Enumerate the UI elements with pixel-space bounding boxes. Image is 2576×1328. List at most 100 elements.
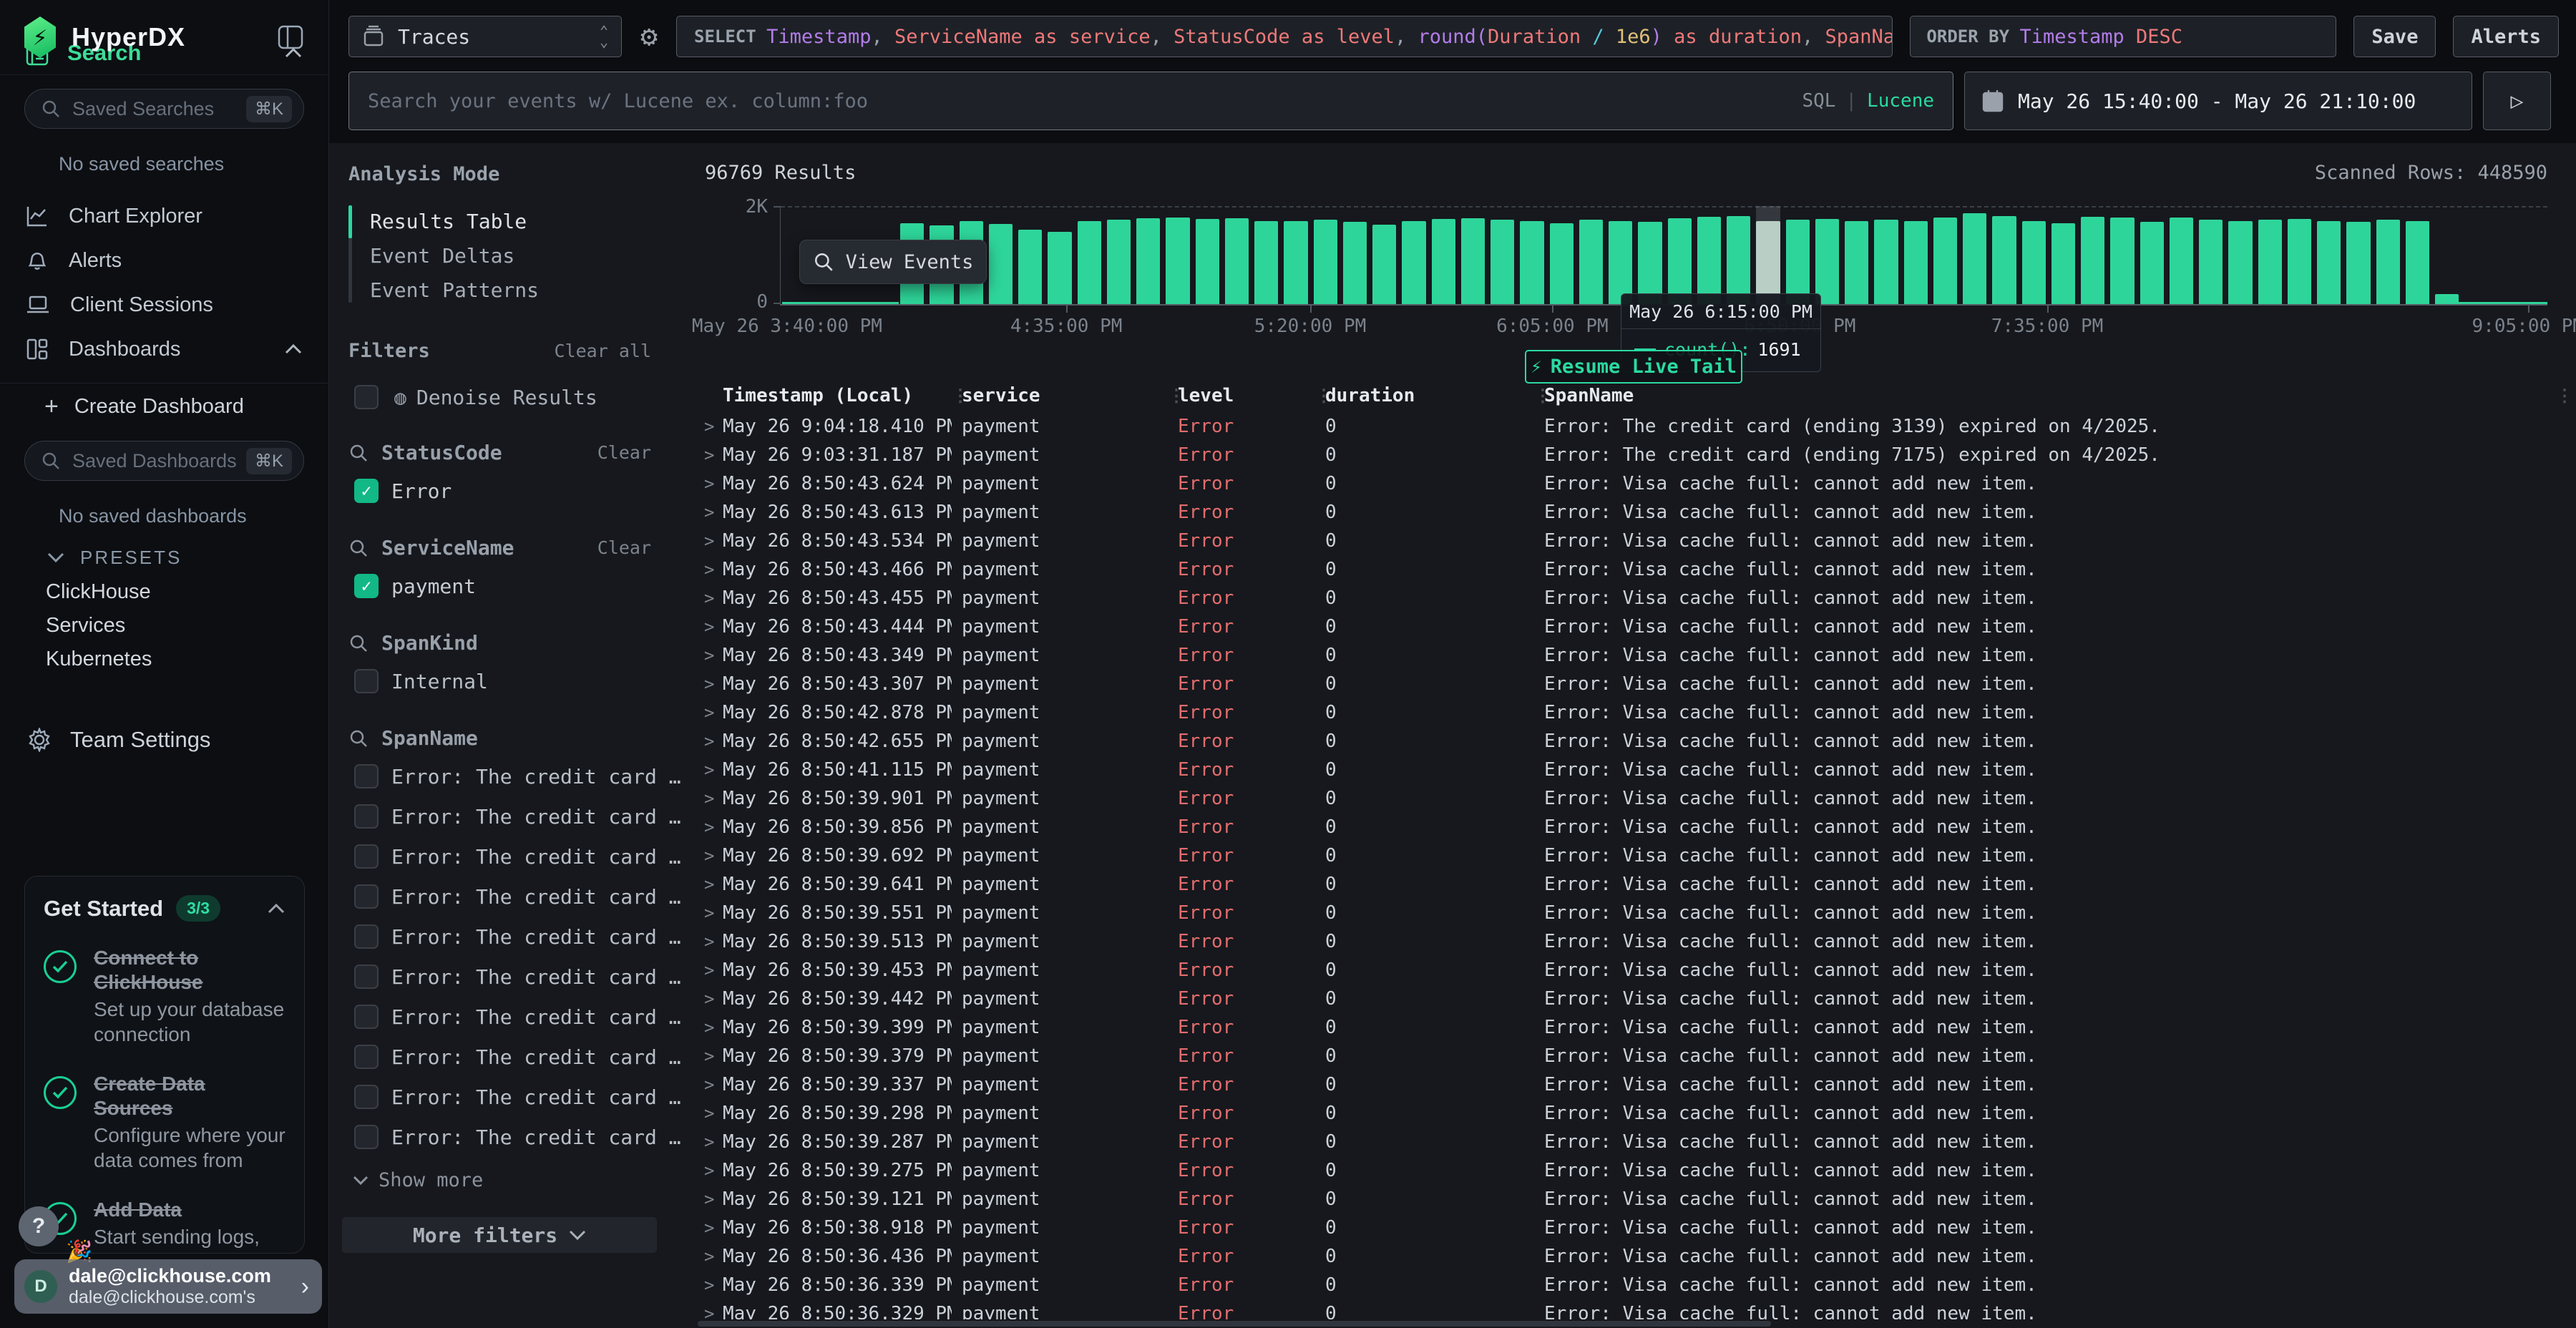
event-search-bar[interactable]: SQL | Lucene: [348, 72, 1953, 130]
table-row[interactable]: >May 26 8:50:43.455 PMpaymentError0Error…: [694, 584, 2566, 612]
histogram-bar[interactable]: [1638, 206, 1662, 304]
expand-row-icon[interactable]: >: [694, 760, 723, 780]
histogram-bar[interactable]: [2258, 206, 2282, 304]
table-row[interactable]: >May 26 8:50:43.534 PMpaymentError0Error…: [694, 527, 2566, 555]
clear-all-button[interactable]: Clear all: [555, 341, 651, 361]
help-button[interactable]: ?: [19, 1206, 59, 1246]
table-row[interactable]: >May 26 8:50:39.513 PMpaymentError0Error…: [694, 927, 2566, 956]
histogram-bar[interactable]: [1933, 206, 1957, 304]
table-row[interactable]: >May 26 9:04:18.410 PMpaymentError0Error…: [694, 412, 2566, 441]
histogram-bar[interactable]: [1284, 206, 1307, 304]
histogram-bar[interactable]: [1992, 206, 2016, 304]
expand-row-icon[interactable]: >: [694, 1046, 723, 1066]
table-row[interactable]: >May 26 8:50:39.275 PMpaymentError0Error…: [694, 1156, 2566, 1185]
histogram-bar[interactable]: [1225, 206, 1249, 304]
create-dashboard-button[interactable]: + Create Dashboard: [0, 386, 328, 426]
column-header-service[interactable]: service: [962, 385, 1168, 406]
expand-row-icon[interactable]: >: [694, 474, 723, 494]
expand-row-icon[interactable]: >: [694, 731, 723, 751]
sidebar-item-alerts[interactable]: Alerts: [0, 238, 328, 283]
histogram-bar[interactable]: [2406, 206, 2429, 304]
facet-option[interactable]: ✓ payment: [348, 572, 673, 600]
facet-option[interactable]: ✓ Error: [348, 477, 673, 504]
search-icon[interactable]: [348, 538, 369, 558]
lucene-mode-toggle[interactable]: Lucene: [1867, 90, 1934, 112]
histogram-bar[interactable]: [1727, 206, 1750, 304]
table-row[interactable]: >May 26 8:50:39.856 PMpaymentError0Error…: [694, 813, 2566, 841]
clear-facet-button[interactable]: Clear: [597, 442, 651, 463]
view-events-button[interactable]: View Events: [799, 240, 987, 284]
expand-row-icon[interactable]: >: [694, 1189, 723, 1209]
search-input[interactable]: [368, 90, 1802, 112]
source-settings-button[interactable]: ⚙: [622, 16, 676, 57]
denoise-results-checkbox-row[interactable]: ◍ Denoise Results: [348, 385, 673, 409]
histogram-bar[interactable]: [1697, 206, 1721, 304]
histogram-bar[interactable]: [1136, 206, 1160, 304]
histogram-bar[interactable]: [2110, 206, 2134, 304]
table-row[interactable]: >May 26 8:50:39.641 PMpaymentError0Error…: [694, 870, 2566, 899]
table-row[interactable]: >May 26 8:50:39.379 PMpaymentError0Error…: [694, 1042, 2566, 1070]
search-icon[interactable]: [348, 728, 369, 748]
table-row[interactable]: >May 26 8:50:36.329 PMpaymentError0Error…: [694, 1299, 2566, 1319]
expand-row-icon[interactable]: >: [694, 1075, 723, 1095]
histogram-bar[interactable]: [2051, 206, 2075, 304]
expand-row-icon[interactable]: >: [694, 703, 723, 723]
table-row[interactable]: >May 26 8:50:39.551 PMpaymentError0Error…: [694, 899, 2566, 927]
saved-searches-input[interactable]: Saved Searches ⌘K: [24, 89, 304, 129]
sidebar-item-client-sessions[interactable]: Client Sessions: [0, 283, 328, 327]
sidebar-item-clickhouse[interactable]: ClickHouse: [0, 575, 328, 608]
table-row[interactable]: >May 26 8:50:43.307 PMpaymentError0Error…: [694, 670, 2566, 698]
facet-option[interactable]: Error: The credit card …: [348, 1043, 673, 1070]
histogram-bar[interactable]: [1963, 206, 1986, 304]
table-row[interactable]: >May 26 8:50:41.115 PMpaymentError0Error…: [694, 756, 2566, 784]
show-more-button[interactable]: Show more: [348, 1169, 673, 1191]
table-row[interactable]: >May 26 8:50:36.436 PMpaymentError0Error…: [694, 1242, 2566, 1271]
histogram-bar[interactable]: [2435, 206, 2459, 304]
table-row[interactable]: >May 26 8:50:42.878 PMpaymentError0Error…: [694, 698, 2566, 727]
table-row[interactable]: >May 26 8:50:43.613 PMpaymentError0Error…: [694, 498, 2566, 527]
column-resize-handle[interactable]: ⋮: [1168, 386, 1178, 406]
table-row[interactable]: >May 26 8:50:39.692 PMpaymentError0Error…: [694, 841, 2566, 870]
histogram-bar[interactable]: [2317, 206, 2341, 304]
histogram-bar[interactable]: [2524, 206, 2547, 304]
expand-row-icon[interactable]: >: [694, 1161, 723, 1181]
facet-option[interactable]: Error: The credit card …: [348, 923, 673, 950]
expand-row-icon[interactable]: >: [694, 617, 723, 637]
histogram-bar[interactable]: [1196, 206, 1219, 304]
facet-option[interactable]: Error: The credit card …: [348, 1123, 673, 1151]
facet-option[interactable]: Error: The credit card …: [348, 883, 673, 910]
table-row[interactable]: >May 26 8:50:43.466 PMpaymentError0Error…: [694, 555, 2566, 584]
expand-row-icon[interactable]: >: [694, 531, 723, 551]
histogram-bar[interactable]: [2022, 206, 2046, 304]
expand-row-icon[interactable]: >: [694, 989, 723, 1009]
histogram-bar[interactable]: [989, 206, 1013, 304]
facet-option[interactable]: Internal: [348, 668, 673, 695]
table-row[interactable]: >May 26 8:50:39.337 PMpaymentError0Error…: [694, 1070, 2566, 1099]
column-resize-handle[interactable]: ⋮: [952, 386, 962, 406]
table-row[interactable]: >May 26 8:50:43.444 PMpaymentError0Error…: [694, 612, 2566, 641]
histogram-bar[interactable]: [2346, 206, 2370, 304]
expand-row-icon[interactable]: >: [694, 932, 723, 952]
expand-row-icon[interactable]: >: [694, 416, 723, 436]
search-icon[interactable]: [348, 633, 369, 653]
expand-row-icon[interactable]: >: [694, 674, 723, 694]
expand-row-icon[interactable]: >: [694, 588, 723, 608]
expand-row-icon[interactable]: >: [694, 846, 723, 866]
histogram-bar[interactable]: [1520, 206, 1543, 304]
histogram-bar[interactable]: [1078, 206, 1101, 304]
column-resize-handle[interactable]: ⋮: [2556, 386, 2566, 406]
expand-row-icon[interactable]: >: [694, 560, 723, 580]
expand-row-icon[interactable]: >: [694, 1132, 723, 1152]
histogram-bar[interactable]: [2464, 206, 2488, 304]
histogram-bar[interactable]: [1166, 206, 1189, 304]
get-started-item[interactable]: Connect to ClickHouse Set up your databa…: [44, 946, 286, 1048]
checkbox-unchecked[interactable]: [354, 965, 379, 989]
expand-row-icon[interactable]: >: [694, 1218, 723, 1238]
checkbox-unchecked[interactable]: [354, 764, 379, 788]
get-started-item[interactable]: Create Data Sources Configure where your…: [44, 1072, 286, 1173]
facet-option[interactable]: Error: The credit card …: [348, 803, 673, 830]
histogram-bar[interactable]: [1432, 206, 1455, 304]
resume-live-tail-button[interactable]: ⚡ Resume Live Tail: [1525, 350, 1742, 384]
tab-event-patterns[interactable]: Event Patterns: [370, 273, 673, 307]
facet-option[interactable]: Error: The credit card …: [348, 1083, 673, 1110]
